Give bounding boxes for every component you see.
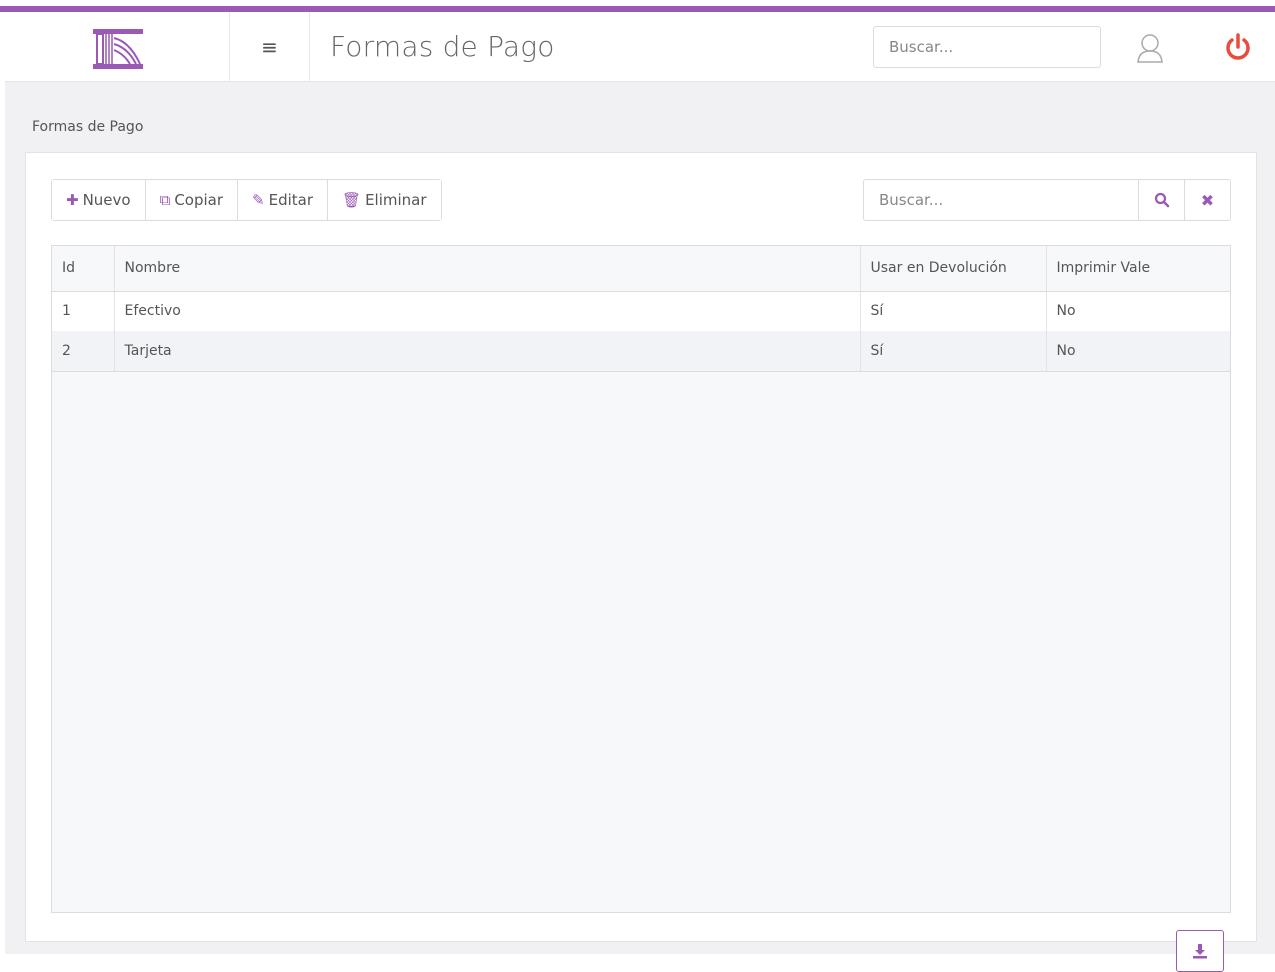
clear-search-button[interactable]: ✖ — [1184, 180, 1230, 220]
delete-button-label: Eliminar — [365, 191, 427, 209]
edit-icon: ✎ — [252, 191, 265, 209]
column-header-usar-en-devolucion[interactable]: Usar en Devolución — [860, 246, 1047, 292]
data-table: Id Nombre Usar en Devolución Imprimir Va… — [52, 246, 1230, 372]
logo-area[interactable] — [5, 12, 230, 82]
page-title: Formas de Pago — [330, 30, 555, 63]
copy-icon: ⧉ — [159, 191, 171, 209]
export-button[interactable] — [1176, 930, 1224, 972]
table-row[interactable]: 1 Efectivo Sí No — [52, 291, 1230, 331]
cell-nombre: Efectivo — [114, 291, 861, 331]
main-panel: ✚ Nuevo ⧉ Copiar ✎ Editar 🗑 Eliminar Bus… — [25, 152, 1257, 972]
plus-icon: ✚ — [66, 191, 79, 209]
close-icon: ✖ — [1200, 190, 1215, 210]
column-header-imprimir-vale[interactable]: Imprimir Vale — [1046, 246, 1230, 292]
column-header-nombre[interactable]: Nombre — [114, 246, 861, 292]
breadcrumb: Formas de Pago — [32, 119, 144, 135]
main-content: Formas de Pago ✚ Nuevo ⧉ Copiar ✎ Editar… — [5, 82, 1275, 972]
cell-imprimir-vale: No — [1046, 331, 1230, 372]
edit-button-label: Editar — [268, 191, 314, 209]
cell-id: 2 — [52, 331, 115, 372]
action-toolbar: ✚ Nuevo ⧉ Copiar ✎ Editar 🗑 Eliminar — [51, 179, 442, 221]
download-icon — [1193, 944, 1207, 959]
table-header-row: Id Nombre Usar en Devolución Imprimir Va… — [52, 246, 1230, 292]
power-icon[interactable] — [1224, 32, 1252, 62]
delete-button[interactable]: 🗑 Eliminar — [328, 180, 441, 220]
cell-nombre: Tarjeta — [114, 331, 861, 372]
cell-usar-en-devolucion: Sí — [860, 331, 1047, 372]
data-grid: Id Nombre Usar en Devolución Imprimir Va… — [51, 245, 1231, 972]
logo-icon — [93, 29, 143, 69]
hamburger-icon: ≡ — [261, 35, 278, 59]
new-button-label: Nuevo — [82, 191, 131, 209]
cell-imprimir-vale: No — [1046, 291, 1230, 331]
grid-search-group: ✖ — [863, 179, 1231, 221]
cell-id: 1 — [52, 291, 115, 331]
user-icon[interactable] — [1135, 32, 1165, 64]
edit-button[interactable]: ✎ Editar — [238, 180, 329, 220]
search-icon — [1154, 192, 1169, 208]
search-button[interactable] — [1138, 180, 1184, 220]
copy-button[interactable]: ⧉ Copiar — [145, 180, 239, 220]
menu-toggle-button[interactable]: ≡ — [230, 12, 310, 82]
column-header-id[interactable]: Id — [52, 246, 115, 292]
table-row[interactable]: 2 Tarjeta Sí No — [52, 331, 1230, 372]
global-search-input[interactable] — [873, 26, 1101, 68]
cell-usar-en-devolucion: Sí — [860, 291, 1047, 331]
grid-search-input[interactable] — [864, 180, 1138, 220]
header: ≡ Formas de Pago — [5, 12, 1275, 82]
trash-icon: 🗑 — [342, 191, 362, 209]
new-button[interactable]: ✚ Nuevo — [52, 180, 146, 220]
copy-button-label: Copiar — [174, 191, 224, 209]
